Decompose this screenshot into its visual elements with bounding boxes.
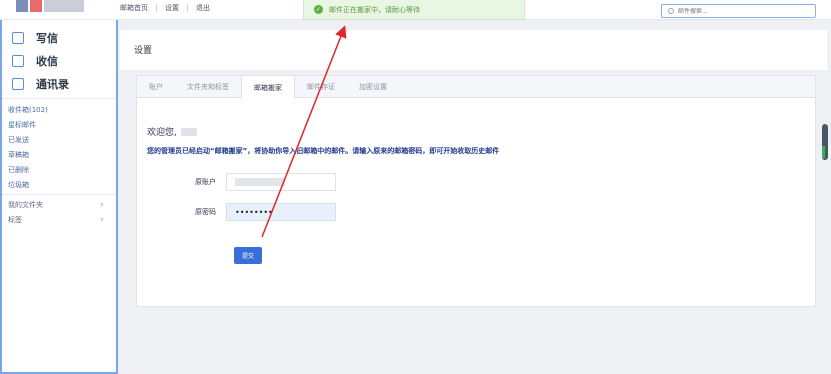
welcome-text: 欢迎您,: [147, 128, 177, 138]
nav-divider: [187, 4, 188, 12]
status-toast: ✓ 邮件正在搬家中，请耐心等待: [303, 0, 525, 20]
logo: [16, 0, 86, 12]
inbox-icon: [12, 54, 24, 67]
submit-button[interactable]: 提交: [234, 247, 262, 264]
settings-tabs: 账户 文件夹和标签 邮箱搬家 邮件存证 加密设置: [137, 76, 815, 99]
check-circle-icon: ✓: [314, 5, 323, 14]
password-row: 原密码: [137, 203, 336, 221]
redacted-account: [235, 178, 285, 186]
settings-card: 账户 文件夹和标签 邮箱搬家 邮件存证 加密设置 欢迎您, 您的管理员已经启动“…: [136, 75, 816, 307]
sidebar-divider: [2, 194, 116, 195]
sidebar-item-deleted[interactable]: 已删除: [2, 162, 116, 177]
migration-notice: 您的管理员已经启动“邮箱搬家”，将协助你导入旧邮箱中的邮件。请输入原来的邮箱密码…: [147, 147, 500, 155]
tab-mailbox-migration[interactable]: 邮箱搬家: [241, 76, 295, 99]
page-title: 设置: [134, 46, 153, 56]
compose-icon: [12, 31, 24, 44]
scrollbar-indicator: [822, 146, 825, 158]
nav-logout[interactable]: 退出: [196, 3, 210, 13]
nav-divider: [156, 4, 157, 12]
account-field[interactable]: [226, 173, 336, 191]
account-label: 原账户: [195, 178, 216, 186]
sidebar: 写信 收信 通讯录 收件箱(102) 星标邮件 已发送 草稿箱 已删除 垃圾箱 …: [0, 20, 118, 374]
sidebar-item-spam[interactable]: 垃圾箱: [2, 177, 116, 192]
sidebar-item-my-folders[interactable]: 我的文件夹 ∨: [2, 197, 116, 212]
tab-encryption[interactable]: 加密设置: [347, 76, 399, 98]
nav-mail-home[interactable]: 邮箱首页: [120, 3, 148, 13]
compose-label: 写信: [36, 31, 58, 45]
my-folders-label: 我的文件夹: [8, 200, 43, 209]
welcome-line: 欢迎您,: [147, 125, 197, 138]
contacts-icon: [12, 77, 24, 90]
search-icon: [668, 8, 674, 14]
page-header: 设置: [120, 30, 827, 70]
password-field[interactable]: [226, 203, 336, 221]
account-row: 原账户: [137, 173, 336, 191]
contacts-button[interactable]: 通讯录: [2, 72, 116, 95]
chevron-down-icon: ∨: [99, 216, 104, 223]
main-panel: 设置 账户 文件夹和标签 邮箱搬家 邮件存证 加密设置 欢迎您, 您的管理员已经…: [118, 20, 831, 374]
tab-folders-tags[interactable]: 文件夹和标签: [175, 76, 241, 98]
nav-settings[interactable]: 设置: [165, 3, 179, 13]
tab-mail-evidence[interactable]: 邮件存证: [295, 76, 347, 98]
tab-account[interactable]: 账户: [137, 76, 175, 98]
sidebar-item-sent[interactable]: 已发送: [2, 132, 116, 147]
inbox-button[interactable]: 收信: [2, 49, 116, 72]
sidebar-item-inbox[interactable]: 收件箱(102): [2, 102, 116, 117]
top-nav: 邮箱首页 设置 退出: [120, 3, 210, 13]
contacts-label: 通讯录: [36, 77, 69, 91]
sidebar-item-drafts[interactable]: 草稿箱: [2, 147, 116, 162]
redacted-username: [180, 127, 197, 136]
chevron-down-icon: ∨: [99, 201, 104, 208]
search-box[interactable]: [661, 4, 816, 18]
inbox-label: 收信: [36, 54, 58, 68]
search-input[interactable]: [678, 7, 808, 15]
toast-text: 邮件正在搬家中，请耐心等待: [329, 5, 420, 14]
sidebar-item-starred[interactable]: 星标邮件: [2, 117, 116, 132]
top-bar: 邮箱首页 设置 退出 ✓ 邮件正在搬家中，请耐心等待: [0, 0, 831, 20]
password-label: 原密码: [195, 208, 216, 216]
tags-label: 标签: [8, 215, 22, 224]
sidebar-item-tags[interactable]: 标签 ∨: [2, 212, 116, 227]
password-input[interactable]: [235, 207, 330, 217]
compose-button[interactable]: 写信: [2, 26, 116, 49]
